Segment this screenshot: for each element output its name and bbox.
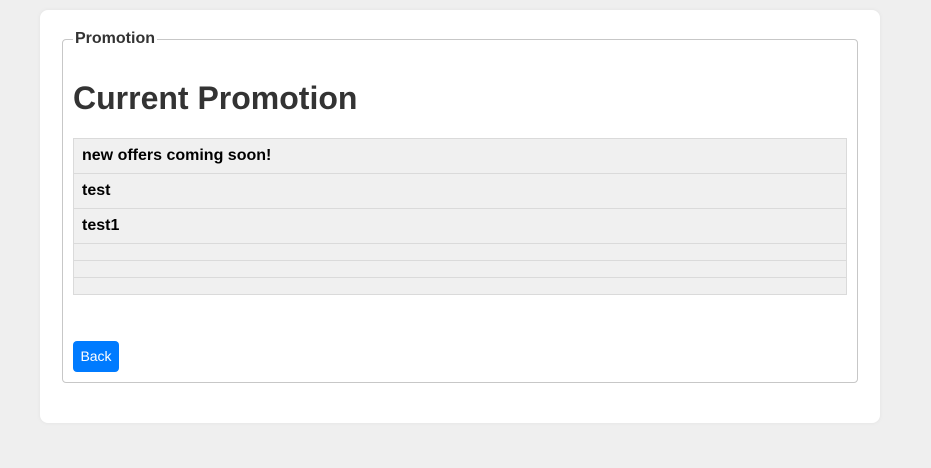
promotion-fieldset: Promotion Current Promotion new offers c… [62, 30, 858, 383]
promotion-cell [73, 260, 847, 278]
promotion-cell: test1 [73, 208, 847, 244]
promotion-cell [73, 277, 847, 295]
table-row [73, 243, 847, 261]
back-button[interactable]: Back [73, 341, 119, 372]
promotion-cell: new offers coming soon! [73, 138, 847, 174]
fieldset-legend: Promotion [73, 30, 157, 48]
table-row: test1 [73, 208, 847, 244]
main-card: Promotion Current Promotion new offers c… [40, 10, 880, 423]
table-row: new offers coming soon! [73, 138, 847, 174]
page-title: Current Promotion [73, 80, 358, 116]
promotion-cell [73, 243, 847, 261]
table-row [73, 277, 847, 295]
promotion-cell: test [73, 173, 847, 209]
promotion-table: new offers coming soon! test test1 [73, 138, 847, 295]
table-row [73, 260, 847, 278]
table-row: test [73, 173, 847, 209]
